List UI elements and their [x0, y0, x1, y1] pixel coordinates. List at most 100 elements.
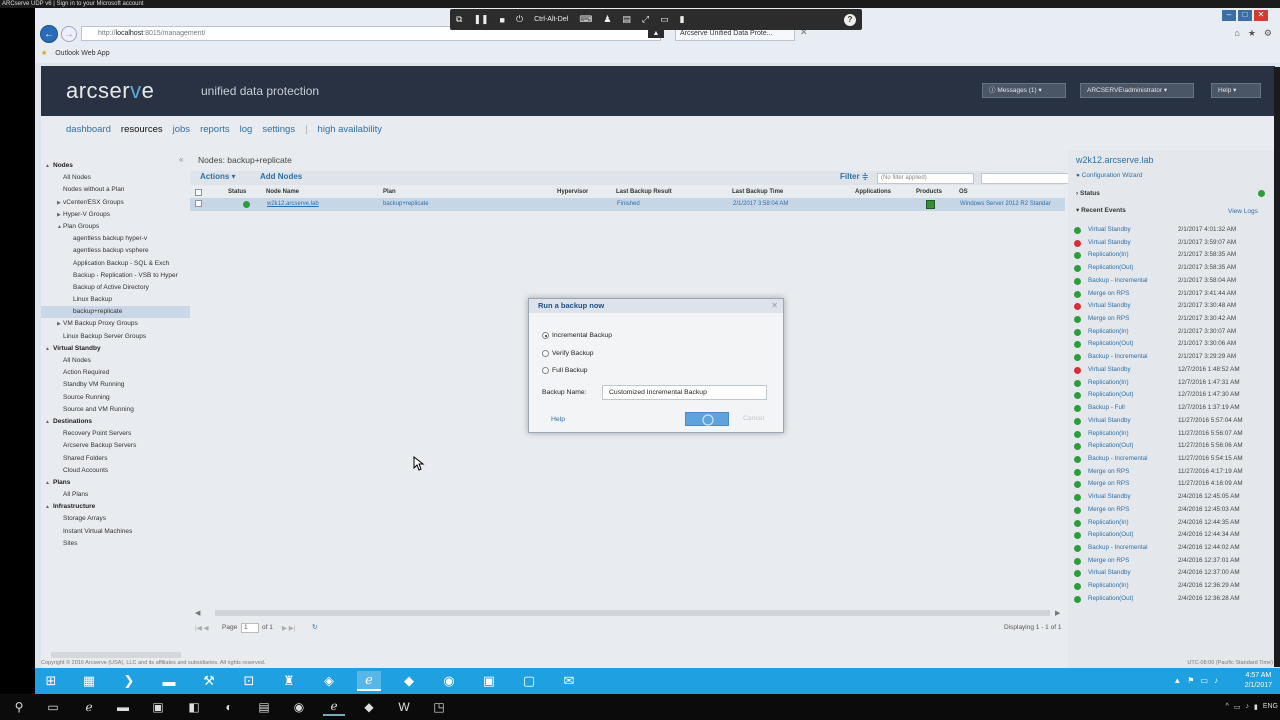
stop-icon[interactable]: ■ — [500, 15, 505, 25]
event-row[interactable]: Replication(Out) 12/7/2016 1:47:30 AM — [1072, 389, 1272, 402]
configuration-wizard-link[interactable]: ● Configuration Wizard — [1076, 172, 1142, 179]
favorites-star-icon[interactable]: ★ — [1248, 28, 1256, 39]
display-icon[interactable]: ▭ — [660, 14, 669, 25]
store-icon[interactable]: ▣ — [147, 698, 169, 716]
users-icon[interactable]: ♜ — [277, 671, 301, 691]
collapse-arrow-icon[interactable]: ▲ — [45, 477, 50, 489]
event-row[interactable]: Replication(In) 11/27/2016 5:56:07 AM — [1072, 428, 1272, 441]
arcserve-app-icon[interactable]: ◆ — [397, 671, 421, 691]
col-node-name[interactable]: Node Name — [266, 187, 299, 198]
tree-item[interactable]: Shared Folders — [41, 453, 190, 465]
event-row[interactable]: Backup - Incremental 2/1/2017 3:58:04 AM — [1072, 275, 1272, 288]
signal-icon[interactable]: ▮ — [680, 14, 685, 25]
collapse-arrow-icon[interactable]: ▲ — [45, 343, 50, 355]
tree-item[interactable]: ▲ Nodes — [41, 160, 190, 172]
add-nodes-button[interactable]: Add Nodes — [260, 172, 302, 181]
cancel-button[interactable]: Cancel — [743, 415, 764, 422]
nav-reports[interactable]: reports — [200, 124, 230, 135]
host-tray-volume-icon[interactable]: ♪ — [1245, 703, 1249, 711]
help-menu-button[interactable]: Help ▾ — [1211, 83, 1261, 98]
actions-menu[interactable]: Actions ▾ — [200, 172, 236, 181]
event-row[interactable]: Virtual Standby 2/1/2017 3:59:07 AM — [1072, 237, 1272, 250]
event-row[interactable]: Backup - Incremental 11/27/2016 5:54:15 A… — [1072, 453, 1272, 466]
col-os[interactable]: OS — [959, 187, 968, 198]
tray-flag-icon[interactable]: ⚑ — [1187, 676, 1194, 685]
tree-item[interactable]: ▶ vCenter/ESX Groups — [41, 197, 190, 209]
event-row[interactable]: Replication(Out) 2/1/2017 3:58:35 AM — [1072, 262, 1272, 275]
chrome-taskbar-icon[interactable]: ◉ — [288, 698, 310, 716]
scroll-right-arrow-icon[interactable]: ▶ — [1055, 609, 1060, 617]
view-logs-link[interactable]: View Logs — [1228, 208, 1258, 215]
tree-item[interactable]: All Plans — [41, 489, 190, 501]
nav-dashboard[interactable]: dashboard — [66, 124, 111, 135]
ok-button-loading[interactable] — [685, 412, 729, 426]
event-row[interactable]: Merge on RPS 11/27/2016 4:16:09 AM — [1072, 478, 1272, 491]
row-checkbox[interactable] — [195, 200, 202, 207]
event-row[interactable]: Merge on RPS 2/4/2016 12:45:03 AM — [1072, 504, 1272, 517]
word-icon[interactable]: W — [393, 698, 415, 716]
tray-clock[interactable]: 4:57 AM 2/1/2017 — [1245, 671, 1272, 691]
keyboard-icon[interactable]: ⌨ — [579, 14, 592, 25]
tree-item[interactable]: Standby VM Running — [41, 379, 190, 391]
tree-item[interactable]: agentless backup vsphere — [41, 245, 190, 257]
dialog-close-icon[interactable]: ✕ — [771, 301, 778, 310]
pause-icon[interactable]: ❚❚ — [473, 14, 488, 25]
expand-arrow-icon[interactable]: ▶ — [57, 197, 61, 209]
remote-desktop-icon[interactable]: ◳ — [428, 698, 450, 716]
language-indicator[interactable]: ENG — [1263, 703, 1278, 711]
tree-item[interactable]: ▲ Plan Groups — [41, 221, 190, 233]
event-row[interactable]: Replication(In) 12/7/2016 1:47:31 AM — [1072, 377, 1272, 390]
tree-item[interactable]: ▲ Infrastructure — [41, 501, 190, 513]
tree-item[interactable]: ▲ Destinations — [41, 416, 190, 428]
event-row[interactable]: Backup - Incremental 2/1/2017 3:29:29 AM — [1072, 351, 1272, 364]
minimize-button[interactable]: – — [1222, 10, 1236, 21]
col-status[interactable]: Status — [228, 187, 246, 198]
messages-button[interactable]: ⓘ Messages (1) ▾ — [982, 83, 1066, 98]
file-explorer-icon[interactable]: ▬ — [157, 671, 181, 691]
tray-volume-icon[interactable]: ♪ — [1214, 676, 1218, 685]
col-products[interactable]: Products — [916, 187, 942, 198]
favorite-link[interactable]: Outlook Web App — [55, 50, 109, 57]
tree-item[interactable]: ▶ VM Backup Proxy Groups — [41, 318, 190, 330]
ie-taskbar-icon[interactable]: ℯ — [323, 698, 345, 716]
event-row[interactable]: Backup - Incremental 2/4/2016 12:44:02 AM — [1072, 542, 1272, 555]
hyperv-icon[interactable]: ◈ — [317, 671, 341, 691]
app-icon-2[interactable]: ◐ — [218, 698, 240, 716]
page-number-input[interactable]: 1 — [241, 623, 259, 633]
tree-item[interactable]: Action Required — [41, 367, 190, 379]
toolbar-collapse-icon[interactable]: ▲ — [648, 30, 664, 38]
first-page-icon[interactable]: |◀ ◀ — [195, 624, 209, 632]
tray-up-arrow-icon[interactable]: ▲ — [1173, 676, 1181, 685]
tray-network-icon[interactable]: ▭ — [1200, 676, 1208, 685]
collapse-arrow-icon[interactable]: ▲ — [45, 416, 50, 428]
restore-window-icon[interactable]: ⧉ — [456, 14, 462, 25]
search-input[interactable] — [981, 173, 1069, 184]
filter-button[interactable]: Filter ≑ — [840, 172, 868, 181]
ctrl-alt-del-button[interactable]: Ctrl-Alt-Del — [534, 16, 568, 23]
clipboard-icon[interactable]: ▤ — [622, 14, 631, 25]
back-button[interactable]: ← — [40, 25, 58, 43]
close-window-button[interactable]: ✕ — [1254, 10, 1268, 21]
event-row[interactable]: Merge on RPS 11/27/2016 4:17:19 AM — [1072, 466, 1272, 479]
mail-app-icon[interactable]: ✉ — [557, 671, 581, 691]
tree-item[interactable]: All Nodes — [41, 172, 190, 184]
next-page-icon[interactable]: ▶ ▶| — [282, 624, 296, 632]
explorer-icon[interactable]: ▬ — [112, 698, 134, 716]
tree-item[interactable]: Arcserve Backup Servers — [41, 440, 190, 452]
incremental-backup-radio[interactable]: Incremental Backup — [542, 332, 612, 339]
refresh-icon[interactable]: ↻ — [312, 623, 317, 631]
power-icon[interactable]: ⏻ — [516, 14, 523, 25]
tree-item[interactable]: backup+replicate — [41, 306, 190, 319]
event-row[interactable]: Virtual Standby 11/27/2016 5:57:04 AM — [1072, 415, 1272, 428]
grid-horizontal-scrollbar[interactable] — [215, 610, 1050, 616]
event-row[interactable]: Replication(In) 2/4/2016 12:36:29 AM — [1072, 580, 1272, 593]
col-last-backup-time[interactable]: Last Backup Time — [732, 187, 783, 198]
tree-item[interactable]: Cloud Accounts — [41, 465, 190, 477]
node-name-link[interactable]: w2k12.arcserve.lab — [267, 198, 319, 211]
collapse-arrow-icon[interactable]: ▲ — [57, 221, 62, 233]
event-row[interactable]: Virtual Standby 12/7/2016 1:48:52 AM — [1072, 364, 1272, 377]
event-row[interactable]: Replication(In) 2/4/2016 12:44:35 AM — [1072, 517, 1272, 530]
host-tray-up-icon[interactable]: ^ — [1226, 703, 1229, 711]
event-row[interactable]: Merge on RPS 2/1/2017 3:30:42 AM — [1072, 313, 1272, 326]
home-icon[interactable]: ⌂ — [1234, 28, 1239, 39]
